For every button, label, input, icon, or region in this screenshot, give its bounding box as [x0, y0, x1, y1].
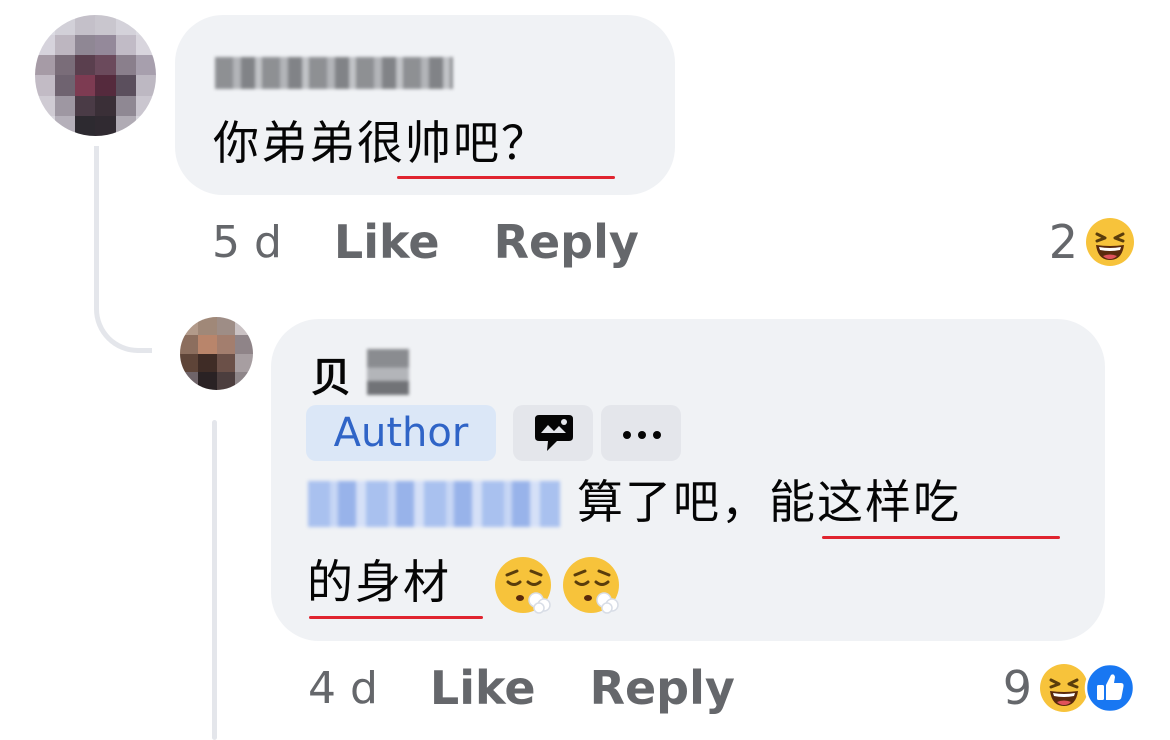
more-options-button[interactable] — [601, 405, 681, 461]
reaction-count: 2 — [1048, 215, 1078, 269]
like-button[interactable]: Like — [334, 215, 440, 269]
spellcheck-underline — [822, 536, 1060, 539]
reply-text-line-2: 的身材 — [307, 555, 451, 609]
reaction-count: 9 — [1002, 661, 1032, 715]
thread-connector-line — [94, 146, 152, 353]
comment-reactions[interactable]: 2 — [1049, 212, 1136, 272]
comment-bubble: 你弟弟很帅吧？ — [175, 15, 675, 195]
reply-actions: 4 d Like Reply — [308, 658, 789, 718]
spellcheck-underline — [309, 616, 483, 619]
mention-tag-redacted[interactable] — [308, 481, 560, 527]
reply-thread-line — [212, 420, 217, 740]
laughing-face-icon — [1038, 662, 1090, 714]
commenter-name-redacted[interactable] — [215, 57, 453, 89]
comment-actions: 5 d Like Reply — [212, 212, 693, 272]
messenger-icon — [531, 413, 577, 459]
reply-button[interactable]: Reply — [590, 661, 735, 715]
thumbs-up-icon — [1084, 662, 1136, 714]
reply-bubble: 贝 Author 算了吧，能这样吃 的身材 — [271, 319, 1105, 641]
reply-timestamp[interactable]: 4 d — [308, 663, 378, 714]
author-avatar[interactable] — [180, 317, 253, 390]
reply-author-name[interactable]: 贝 — [311, 345, 351, 403]
commenter-avatar[interactable] — [35, 15, 156, 136]
laughing-face-icon — [1084, 216, 1136, 268]
messenger-chip[interactable] — [513, 405, 593, 461]
spellcheck-underline — [397, 176, 615, 179]
reply-author-name-redacted — [367, 349, 409, 395]
like-button[interactable]: Like — [430, 661, 536, 715]
face-exhaling-icon — [493, 555, 555, 617]
comment-timestamp[interactable]: 5 d — [212, 217, 282, 268]
reply-reactions[interactable]: 9 — [1003, 658, 1136, 718]
reply-text-line-1: 算了吧，能这样吃 — [577, 475, 961, 529]
face-exhaling-icon — [561, 555, 623, 617]
reply-button[interactable]: Reply — [494, 215, 639, 269]
comment-text: 你弟弟很帅吧？ — [213, 116, 549, 170]
author-badge: Author — [306, 405, 496, 461]
more-dots-icon — [623, 431, 661, 439]
